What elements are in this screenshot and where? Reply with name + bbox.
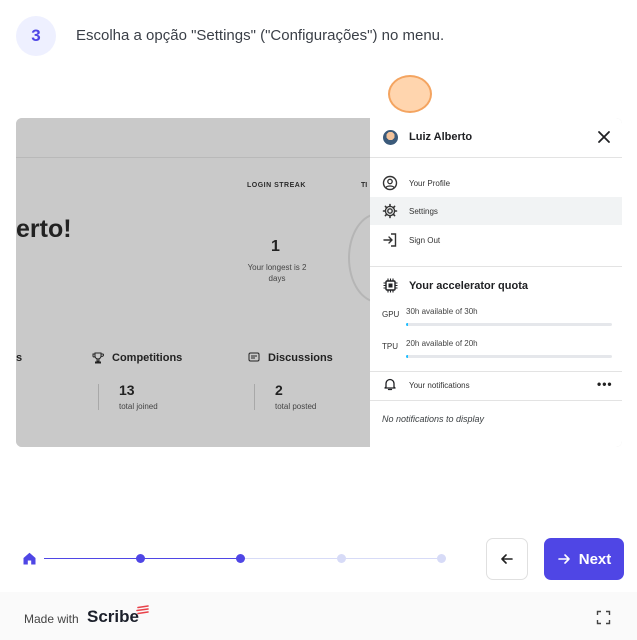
discussions-value: 2 [275, 382, 283, 398]
menu-divider [370, 371, 622, 372]
tpu-availability: 20h available of 20h [406, 339, 478, 348]
stat-divider [254, 384, 255, 410]
notifications-title: Your notifications [409, 381, 470, 390]
competitions-value: 13 [119, 382, 135, 398]
menu-divider [370, 400, 622, 401]
gpu-quota-fill [406, 323, 409, 326]
tpu-label: TPU [382, 342, 398, 351]
click-highlight-marker [388, 75, 432, 113]
footer: Made with Scribe [0, 592, 637, 640]
tpu-quota-bar [406, 355, 612, 358]
made-with-text: Made with [24, 612, 79, 626]
chip-icon [383, 278, 398, 293]
avatar [383, 130, 398, 145]
stat-divider [98, 384, 99, 410]
scribe-logo-mark-icon [136, 605, 149, 615]
discussions-title: Discussions [248, 352, 333, 364]
login-streak-label: LOGIN STREAK [247, 182, 306, 189]
fullscreen-icon[interactable] [596, 610, 611, 625]
menu-divider [370, 266, 622, 267]
competitions-sub: total joined [119, 402, 158, 411]
progress-step-dot[interactable] [236, 554, 245, 563]
menu-item-settings[interactable]: Settings [370, 197, 622, 225]
menu-header: Luiz Alberto [370, 118, 622, 158]
home-icon[interactable] [22, 551, 37, 566]
menu-item-label: Your Profile [409, 178, 451, 188]
page-topbar [16, 118, 370, 158]
step-number-badge: 3 [16, 16, 56, 56]
screenshot-panel: erto! LOGIN STREAK TI 1 Your longest is … [16, 118, 622, 447]
notifications-empty-message: No notifications to display [382, 414, 485, 424]
truncated-stat-label: TI [361, 182, 368, 189]
scribe-logo-text[interactable]: Scribe [87, 607, 139, 627]
login-streak-sub: Your longest is 2 days [247, 263, 307, 283]
gear-icon [382, 203, 398, 219]
menu-item-label: Settings [409, 206, 438, 216]
progress-track-done [44, 558, 141, 559]
previous-step-button[interactable] [486, 538, 528, 580]
arrow-left-icon [501, 554, 513, 564]
user-circle-icon [382, 175, 398, 191]
step-instruction: Escolha a opção "Settings" ("Configuraçõ… [76, 27, 445, 44]
gpu-label: GPU [382, 310, 400, 319]
trophy-icon [92, 352, 104, 364]
tpu-quota-fill [406, 355, 409, 358]
dimmed-page-background: erto! LOGIN STREAK TI 1 Your longest is … [16, 118, 408, 447]
progress-step-dot[interactable] [437, 554, 446, 563]
menu-item-sign-out[interactable]: Sign Out [370, 226, 622, 254]
login-streak-value: 1 [271, 238, 280, 255]
menu-item-label: Sign Out [409, 235, 441, 245]
progress-step-dot[interactable] [337, 554, 346, 563]
discussions-sub: total posted [275, 402, 317, 411]
discussions-label: Discussions [268, 352, 333, 364]
user-name: Luiz Alberto [409, 131, 473, 143]
chat-icon [248, 352, 260, 362]
competitions-title: Competitions [92, 352, 182, 364]
account-side-menu: Luiz Alberto Your Profile Settings Sign … [370, 118, 622, 447]
next-label: Next [578, 550, 612, 568]
close-icon[interactable] [596, 129, 612, 145]
gpu-quota-bar [406, 323, 612, 326]
greeting-text: erto! [16, 215, 72, 243]
menu-item-your-profile[interactable]: Your Profile [370, 169, 622, 197]
competitions-label: Competitions [112, 352, 183, 364]
next-step-button[interactable]: Next [544, 538, 624, 580]
partial-stat-title: s [16, 352, 23, 364]
bell-icon [384, 378, 396, 391]
quota-title: Your accelerator quota [409, 280, 528, 292]
sign-out-icon [383, 233, 397, 247]
arrow-right-icon [557, 554, 570, 564]
gpu-availability: 30h available of 30h [406, 307, 478, 316]
progress-track-done [141, 558, 241, 559]
more-options-icon[interactable]: ••• [597, 377, 613, 391]
progress-step-dot[interactable] [136, 554, 145, 563]
